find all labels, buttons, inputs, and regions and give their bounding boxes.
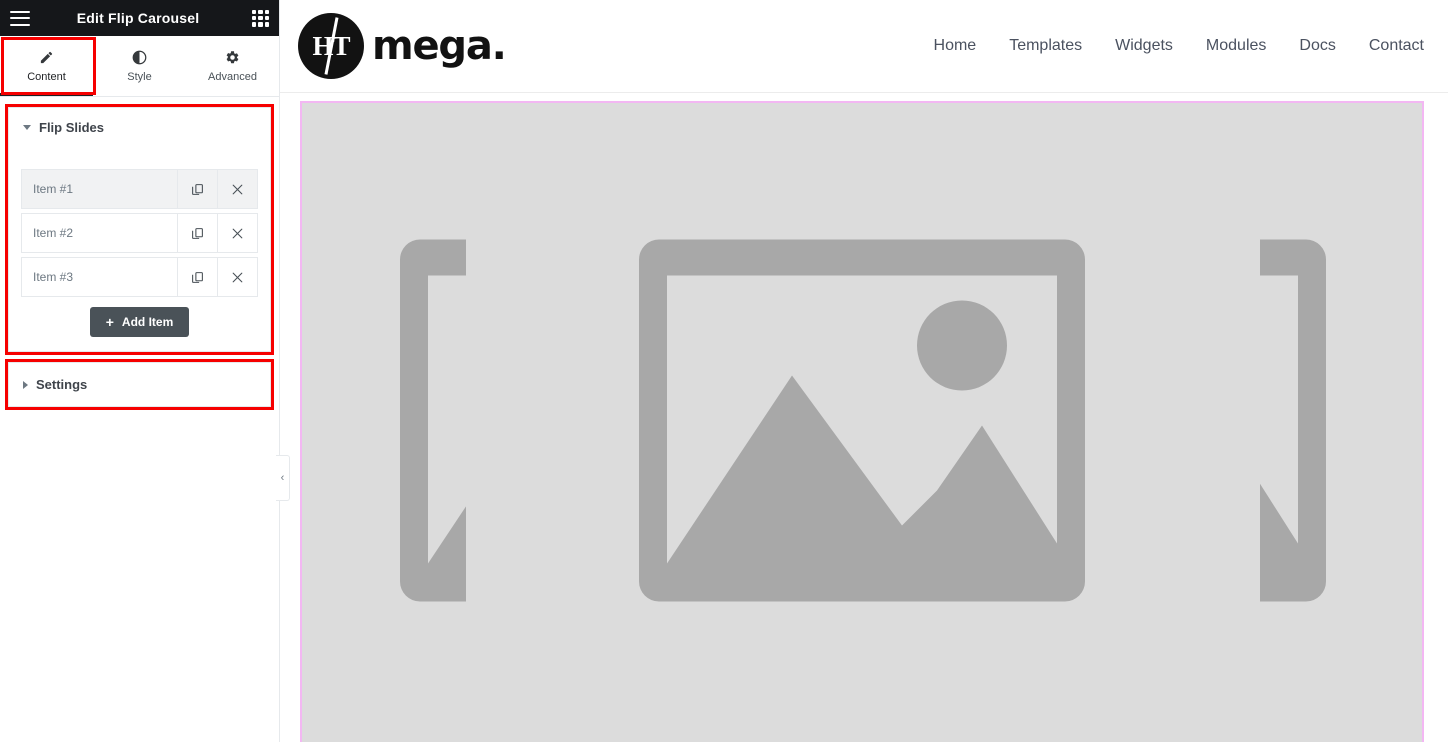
nav-item-home[interactable]: Home [934,37,977,55]
section-settings-title: Settings [36,377,88,392]
nav-item-templates[interactable]: Templates [1009,37,1082,55]
contrast-icon [132,49,147,66]
nav-item-modules[interactable]: Modules [1206,37,1266,55]
ht-logo-mark: HT [298,13,364,79]
plus-icon: + [105,314,114,330]
image-placeholder-icon [637,225,1087,620]
repeater-item-1[interactable]: Item #1 [21,169,258,209]
nav-item-contact[interactable]: Contact [1369,37,1424,55]
chevron-down-icon [23,125,31,130]
add-item-row: + Add Item [21,307,258,337]
close-icon[interactable] [217,170,257,208]
canvas-wrapper [280,93,1448,742]
editor-window: Edit Flip Carousel Content Style Advance… [0,0,1448,742]
section-flip-slides: Flip Slides Item #1 Item #2 Item #3 + Ad… [5,104,274,355]
add-item-label: Add Item [121,315,174,329]
elementor-settings-panel: Edit Flip Carousel Content Style Advance… [0,0,290,742]
tab-content[interactable]: Content [0,36,93,96]
section-settings-header[interactable]: Settings [9,363,270,406]
repeater-item-1-label[interactable]: Item #1 [22,170,177,208]
tab-style-label: Style [127,71,152,83]
flip-slides-repeater: Item #1 Item #2 Item #3 + Add Item [9,147,270,351]
site-nav: Home Templates Widgets Modules Docs Cont… [934,37,1424,55]
panel-tabs: Content Style Advanced [0,36,279,97]
carousel-slides [302,103,1422,742]
panel-body: Flip Slides Item #1 Item #2 Item #3 + Ad… [0,97,279,410]
tab-advanced[interactable]: Advanced [186,36,279,96]
close-icon[interactable] [217,214,257,252]
slide-right[interactable] [1260,225,1328,620]
nav-item-widgets[interactable]: Widgets [1115,37,1173,55]
panel-title: Edit Flip Carousel [76,10,200,26]
tab-content-label: Content [27,71,66,83]
site-logo[interactable]: HT mega. [298,13,507,79]
repeater-item-2[interactable]: Item #2 [21,213,258,253]
add-item-button[interactable]: + Add Item [89,307,190,337]
slide-left[interactable] [398,225,466,620]
repeater-item-3-label[interactable]: Item #3 [22,258,177,296]
flip-carousel-canvas[interactable] [300,101,1424,742]
slide-left-clip [398,225,466,620]
duplicate-icon[interactable] [177,258,217,296]
nav-item-docs[interactable]: Docs [1299,37,1335,55]
preview-area: HT mega. Home Templates Widgets Modules … [280,0,1448,742]
image-placeholder-icon [398,225,466,620]
grid-apps-icon[interactable] [252,9,269,27]
brand-wordmark: mega. [372,23,507,69]
section-flip-slides-title: Flip Slides [39,120,105,135]
duplicate-icon[interactable] [177,214,217,252]
section-settings: Settings [5,359,274,410]
chevron-right-icon [23,380,28,389]
site-header: HT mega. Home Templates Widgets Modules … [280,0,1448,93]
tab-style[interactable]: Style [93,36,186,96]
image-placeholder-icon [1260,225,1328,620]
slide-right-clip [1260,225,1328,620]
tab-advanced-label: Advanced [208,71,257,83]
repeater-item-3[interactable]: Item #3 [21,257,258,297]
repeater-item-2-label[interactable]: Item #2 [22,214,177,252]
pencil-icon [39,49,54,66]
gear-icon [225,49,240,66]
panel-header: Edit Flip Carousel [0,0,279,36]
slide-center[interactable] [637,225,1087,620]
panel-collapse-handle[interactable]: ‹ [276,455,290,501]
section-flip-slides-header[interactable]: Flip Slides [9,108,270,147]
close-icon[interactable] [217,258,257,296]
duplicate-icon[interactable] [177,170,217,208]
